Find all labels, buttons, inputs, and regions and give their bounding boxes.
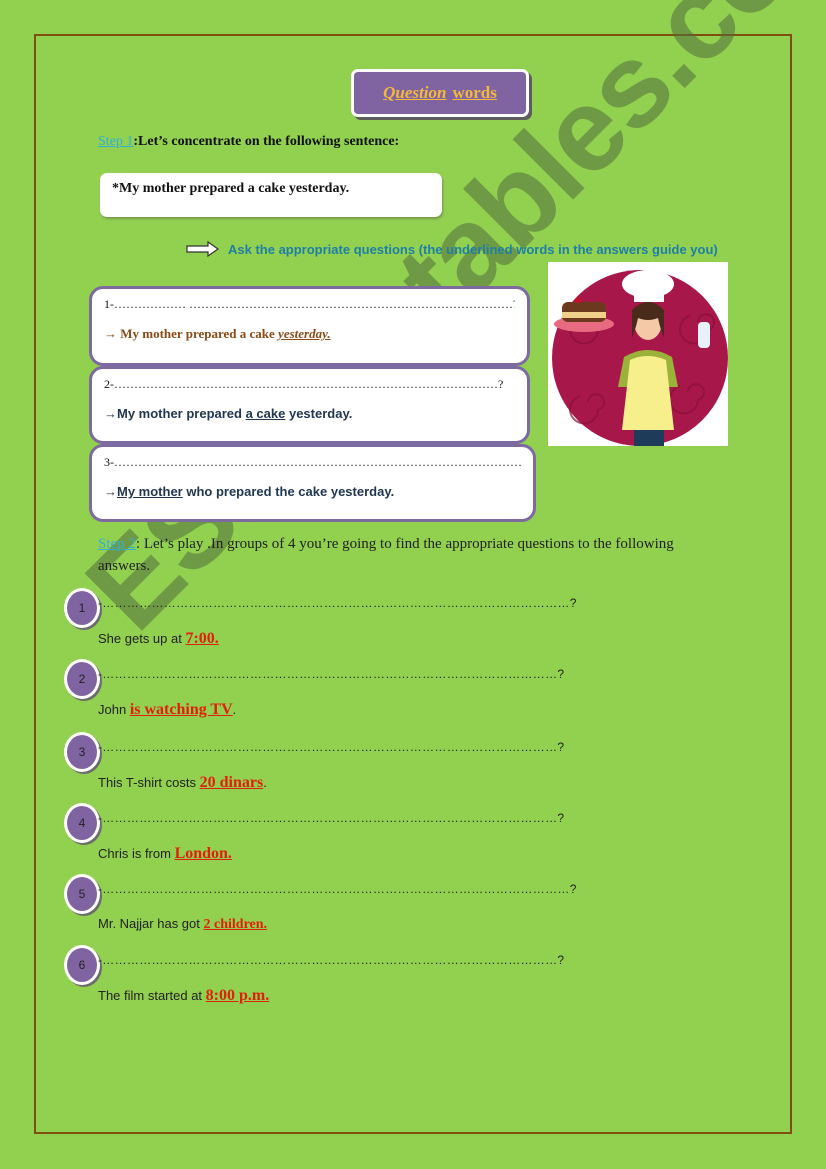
answer-2-prefix: →My mother prepared [104,406,246,421]
question-blank-3[interactable]: 3-………………………………………………………………………………………………? [104,455,521,470]
answer: She gets up at 7:00. [98,630,219,648]
answer-1: → My mother prepared a cake yesterday. [104,326,515,342]
question-box-2: 2-……………………………………………………………………………………? →My … [89,366,530,444]
question-blank[interactable]: -……………………………………………………………………………………………………? [98,882,577,896]
question-blank[interactable]: -…………………………………………………………………………………………………? [98,953,564,967]
question-blank[interactable]: -…………………………………………………………………………………………………? [98,740,564,754]
answer-3: →My mother who prepared the cake yesterd… [104,484,521,499]
chef-icon [552,270,728,446]
answer-2: →My mother prepared a cake yesterday. [104,406,515,421]
answer-text: She gets up at [98,631,186,646]
answer: John is watching TV. [98,701,236,719]
answer-text: John [98,702,130,717]
answer-2-underlined: a cake [245,406,286,421]
step2-label: Step 2 [98,536,136,552]
title-words: words [452,83,497,102]
step1-text: :Let’s concentrate on the following sent… [133,134,400,149]
answer-3-suffix: who prepared the cake yesterday. [182,484,395,499]
number-badge: 1 [64,588,100,628]
step1-label: Step 1 [98,134,134,149]
answer: This T-shirt costs 20 dinars. [98,774,267,792]
number-badge: 2 [64,659,100,699]
answer: The film started at 8:00 p.m. [98,987,269,1005]
answer-suffix: . [263,775,267,790]
step2-heading: Step 2: Let’s play .In groups of 4 you’r… [98,533,698,577]
answer-text: This T-shirt costs [98,775,200,790]
answer-3-underlined: My mother [117,484,183,499]
answer-2-suffix: yesterday. [285,406,353,421]
answer-highlight: 20 dinars [199,774,264,791]
answer-text: Chris is from [98,846,175,861]
right-arrow-icon [186,241,220,257]
question-blank-1[interactable]: 1-……………… ………………………………………………………………………? [104,297,515,312]
answer: Chris is from London. [98,845,232,863]
number-badge: 6 [64,945,100,985]
step2-text: : Let’s play .In groups of 4 you’re goin… [98,536,674,574]
instruction: Ask the appropriate questions (the under… [186,241,718,257]
number-badge: 3 [64,732,100,772]
answer-highlight: is watching TV [129,701,233,718]
question-blank[interactable]: -…………………………………………………………………………………………………? [98,811,564,825]
example-sentence-box: *My mother prepared a cake yesterday. [100,173,442,217]
answer-3-prefix: → [104,484,117,499]
step1-heading: Step 1:Let’s concentrate on the followin… [98,134,399,150]
example-sentence: *My mother prepared a cake yesterday. [112,181,350,196]
number-badge: 5 [64,874,100,914]
answer-text: The film started at [98,988,206,1003]
answer-highlight: London. [174,845,232,862]
answer-1-prefix: → My mother prepared a cake [104,326,279,341]
instruction-text: Ask the appropriate questions (the under… [228,241,718,257]
answer-text: Mr. Najjar has got [98,916,204,931]
answer-highlight: 7:00. [185,630,219,647]
question-blank[interactable]: -…………………………………………………………………………………………………? [98,667,564,681]
answer: Mr. Najjar has got 2 children. [98,916,267,933]
title-banner: Question words [351,69,529,117]
question-box-3: 3-………………………………………………………………………………………………? … [89,444,536,522]
title-question: Question [383,83,447,102]
question-blank-2[interactable]: 2-……………………………………………………………………………………? [104,377,515,392]
answer-highlight: 2 children. [203,917,268,932]
answer-highlight: 8:00 p.m. [205,987,270,1004]
answer-suffix: . [232,702,237,717]
question-box-1: 1-……………… ………………………………………………………………………? → … [89,286,530,366]
number-badge: 4 [64,803,100,843]
chef-illustration [548,262,728,446]
question-blank[interactable]: -……………………………………………………………………………………………………? [98,596,577,610]
answer-1-underlined: yesterday. [278,326,331,341]
